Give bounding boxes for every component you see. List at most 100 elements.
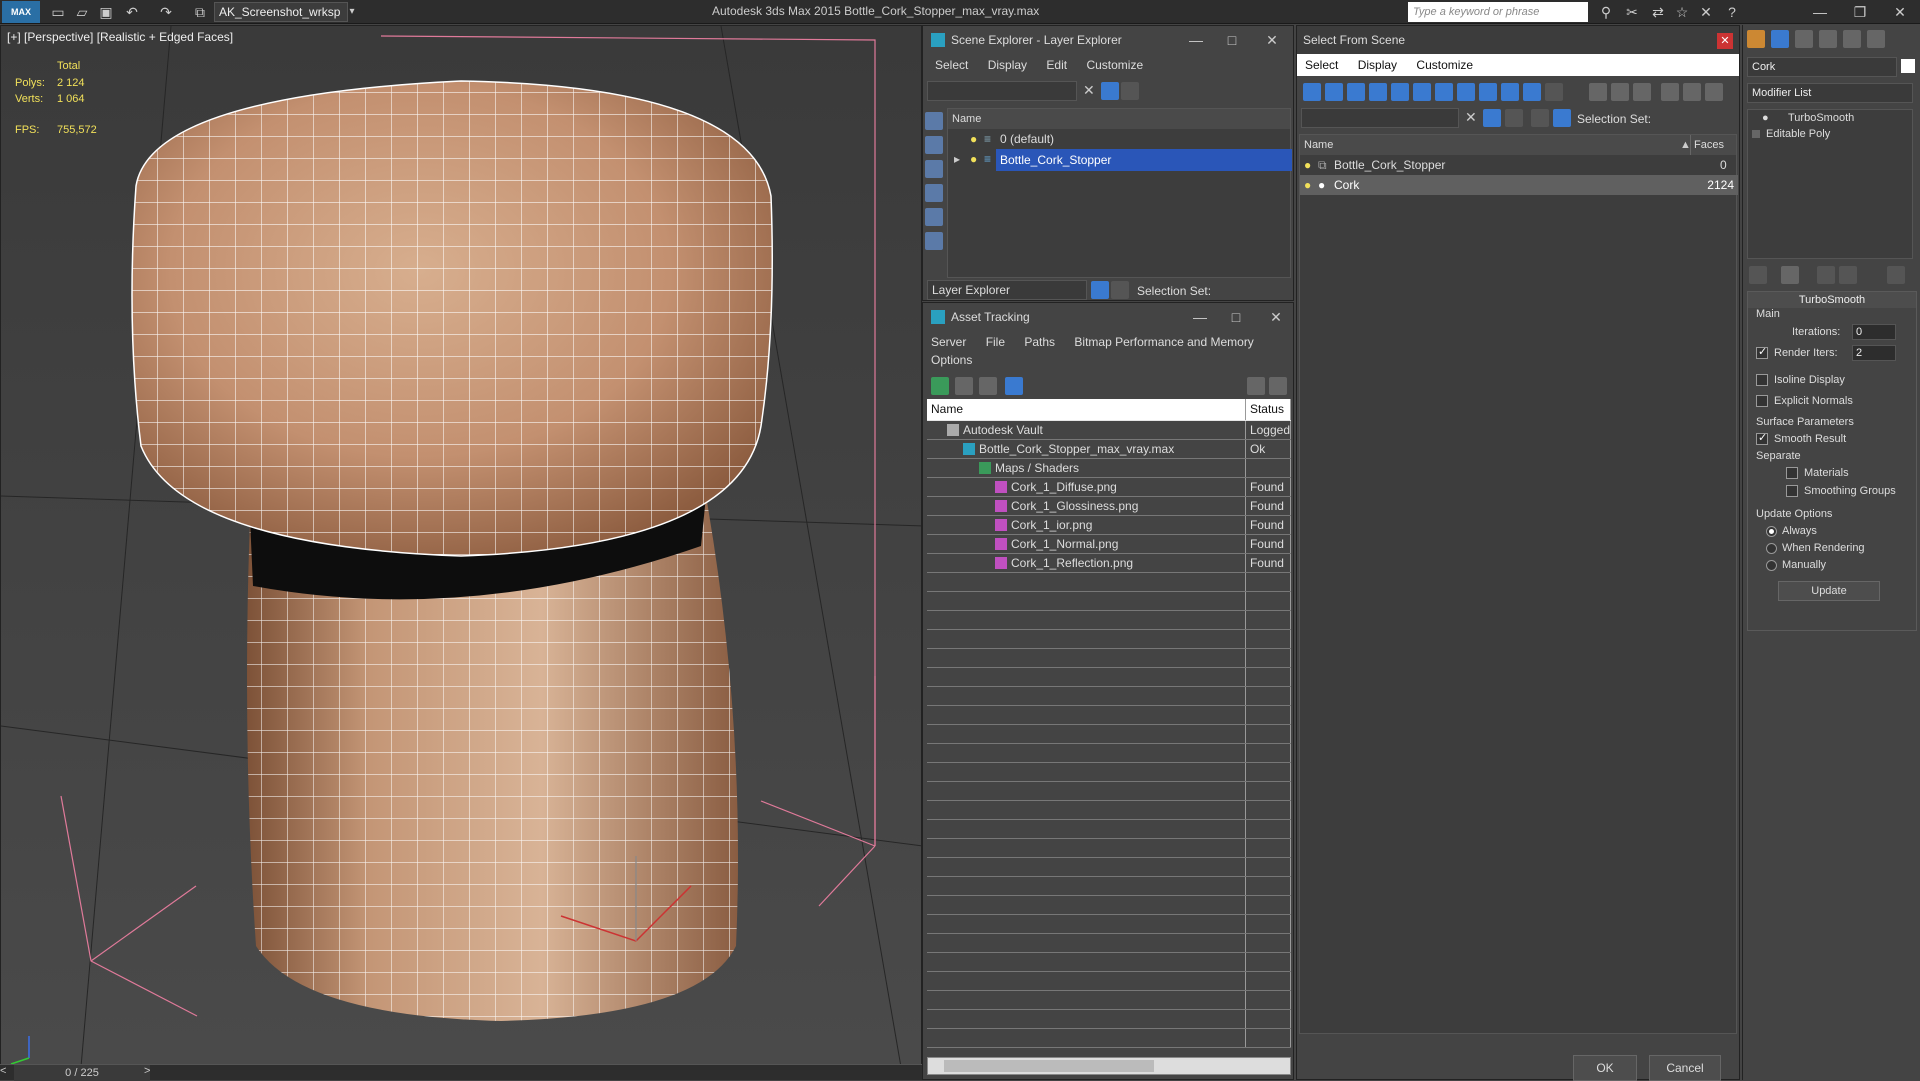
menu-customize[interactable]: Customize — [1416, 58, 1473, 72]
lightbulb-icon[interactable]: ● — [1304, 155, 1311, 175]
menu-options[interactable]: Options — [931, 353, 972, 367]
asset-row[interactable]: Bottle_Cork_Stopper_max_vray.max Ok — [927, 439, 1291, 459]
asset-row[interactable]: Cork_1_Normal.png Found — [927, 534, 1291, 554]
display-spacewarps-icon[interactable] — [1413, 83, 1431, 101]
column-header-faces[interactable]: Faces — [1694, 135, 1724, 155]
asset-row[interactable]: Cork_1_Reflection.png Found — [927, 553, 1291, 573]
horizontal-scrollbar[interactable] — [927, 1057, 1291, 1075]
layer-explorer-icon[interactable] — [1091, 281, 1109, 299]
select-all-icon[interactable] — [1589, 83, 1607, 101]
menu-display[interactable]: Display — [1358, 58, 1397, 72]
help-icon[interactable] — [1247, 377, 1265, 395]
display-hidden-icon[interactable] — [1545, 83, 1563, 101]
isoline-display-checkbox[interactable] — [1756, 374, 1768, 386]
exchange-icon[interactable]: ⇄ — [1648, 2, 1668, 22]
binoculars-icon[interactable]: ⚲ — [1596, 2, 1616, 22]
display-geometry-icon[interactable] — [1303, 83, 1321, 101]
scrollbar-thumb[interactable] — [944, 1060, 1154, 1072]
star-icon[interactable]: ☆ — [1672, 2, 1692, 22]
hierarchy-icon[interactable] — [1683, 83, 1701, 101]
display-bones-icon[interactable] — [1479, 83, 1497, 101]
next-frame-icon[interactable]: > — [144, 1065, 150, 1077]
materials-checkbox[interactable] — [1786, 467, 1798, 479]
project-folder-icon[interactable]: ⧉ — [190, 2, 210, 22]
lightbulb-icon[interactable]: ● — [970, 129, 977, 149]
select-none-icon[interactable] — [1611, 83, 1629, 101]
configure-sets-icon[interactable] — [1887, 266, 1905, 284]
cancel-button[interactable]: Cancel — [1649, 1055, 1721, 1081]
filter-toggle-icon[interactable] — [1483, 109, 1501, 127]
filter-icon[interactable] — [1661, 83, 1679, 101]
menu-display[interactable]: Display — [988, 58, 1027, 72]
hierarchy-view-icon[interactable] — [1553, 109, 1571, 127]
update-button[interactable]: Update — [1778, 581, 1880, 601]
menu-server[interactable]: Server — [931, 335, 966, 349]
perspective-viewport[interactable]: [+] [Perspective] [Realistic + Edged Fac… — [0, 25, 922, 1066]
minimize-icon[interactable]: — — [1185, 303, 1215, 331]
explicit-normals-checkbox[interactable] — [1756, 395, 1768, 407]
maximize-icon[interactable]: □ — [1217, 26, 1247, 54]
motion-tab-icon[interactable] — [1819, 30, 1837, 48]
modifier-list-dropdown[interactable]: Modifier List — [1747, 83, 1913, 103]
show-end-result-icon[interactable] — [1781, 266, 1799, 284]
create-tab-icon[interactable] — [1747, 30, 1765, 48]
sort-icon[interactable] — [1505, 109, 1523, 127]
lightbulb-icon[interactable]: ● — [1304, 175, 1311, 195]
pin-stack-icon[interactable] — [1749, 266, 1767, 284]
tools-icon[interactable]: ✂ — [1622, 2, 1642, 22]
display-helpers-icon[interactable] — [1391, 83, 1409, 101]
stack-item[interactable]: ● TurboSmooth — [1748, 110, 1912, 126]
asset-row[interactable]: Cork_1_Glossiness.png Found — [927, 496, 1291, 516]
viewport-label[interactable]: [+] [Perspective] [Realistic + Edged Fac… — [7, 30, 233, 44]
display-groups-icon[interactable] — [1435, 83, 1453, 101]
list-item[interactable]: ● ⧉ Bottle_Cork_Stopper 0 — [1300, 155, 1736, 175]
asset-row[interactable]: Cork_1_ior.png Found — [927, 515, 1291, 535]
layers-icon[interactable] — [1531, 109, 1549, 127]
tree-view-icon[interactable] — [979, 377, 997, 395]
restore-icon[interactable]: ❐ — [1840, 2, 1880, 22]
column-header-name[interactable]: Name — [927, 399, 1246, 421]
select-invert-icon[interactable] — [1633, 83, 1651, 101]
smoothing-groups-checkbox[interactable] — [1786, 485, 1798, 497]
make-unique-icon[interactable] — [1817, 266, 1835, 284]
clear-find-icon[interactable]: ✕ — [1083, 82, 1095, 99]
prev-frame-icon[interactable]: < — [0, 1065, 10, 1077]
render-iters-checkbox[interactable] — [1756, 345, 1768, 359]
tree-row[interactable]: ● ≡ 0 (default) — [948, 129, 1290, 149]
object-name-field[interactable]: Cork — [1747, 57, 1897, 77]
collapse-icon[interactable] — [1705, 83, 1723, 101]
clear-find-icon[interactable]: ✕ — [1465, 109, 1477, 126]
menu-file[interactable]: File — [986, 335, 1005, 349]
display-tab-icon[interactable] — [1843, 30, 1861, 48]
list-item-selected[interactable]: ● ● Cork — [1300, 175, 1692, 195]
lightbulb-icon[interactable]: ● — [1762, 110, 1769, 126]
modify-tab-icon[interactable] — [1771, 30, 1789, 48]
workspace-dropdown-arrow-icon[interactable]: ▾ — [342, 2, 362, 22]
close-icon[interactable]: ✕ — [1717, 33, 1733, 49]
tree-row[interactable]: ▸ ● ≡ Bottle_Cork_Stopper — [948, 149, 1292, 171]
open-file-icon[interactable]: ▱ — [72, 2, 92, 22]
display-shapes-icon[interactable] — [925, 160, 943, 178]
display-lights-icon[interactable] — [925, 184, 943, 202]
redo-icon[interactable]: ↷ — [156, 2, 176, 22]
new-file-icon[interactable]: ▭ — [48, 2, 68, 22]
maximize-icon[interactable]: □ — [1221, 303, 1251, 331]
explorer-type-dropdown[interactable]: Layer Explorer — [927, 280, 1087, 300]
close-icon[interactable]: ✕ — [1261, 303, 1291, 331]
always-radio[interactable] — [1766, 526, 1777, 537]
manually-radio[interactable] — [1766, 560, 1777, 571]
display-helpers-icon[interactable] — [925, 232, 943, 250]
display-cameras-icon[interactable] — [1369, 83, 1387, 101]
display-xrefs-icon[interactable] — [1457, 83, 1475, 101]
menu-edit[interactable]: Edit — [1046, 58, 1067, 72]
settings-icon[interactable] — [1269, 377, 1287, 395]
list-view-icon[interactable] — [955, 377, 973, 395]
hierarchy-icon[interactable] — [1111, 281, 1129, 299]
time-slider[interactable]: 0 / 225 — [14, 1065, 150, 1081]
utilities-tab-icon[interactable] — [1867, 30, 1885, 48]
table-view-icon[interactable] — [1005, 377, 1023, 395]
menu-customize[interactable]: Customize — [1086, 58, 1143, 72]
column-header-name[interactable]: Name — [1304, 135, 1333, 155]
ok-button[interactable]: OK — [1573, 1055, 1637, 1081]
select-from-scene-titlebar[interactable]: Select From Scene ✕ — [1297, 26, 1739, 54]
